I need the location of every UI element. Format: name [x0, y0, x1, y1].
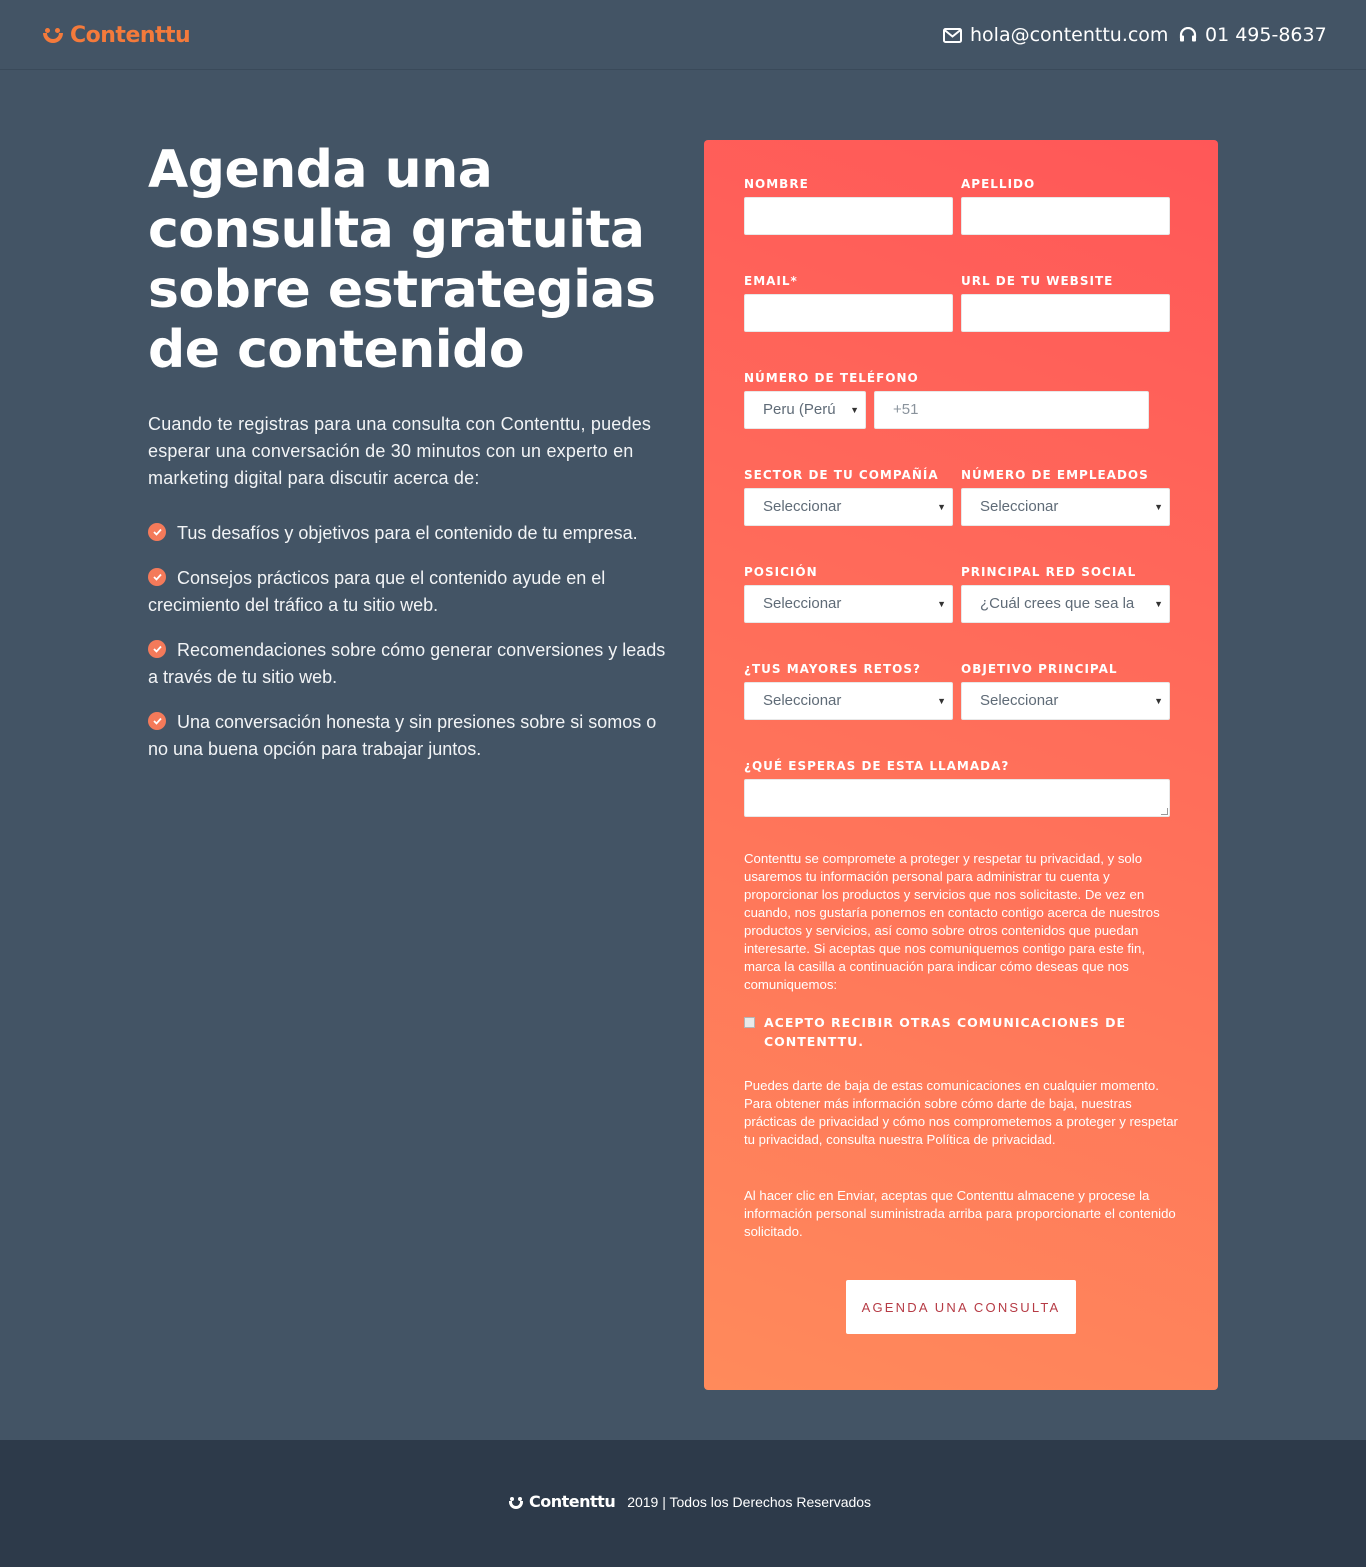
benefit-text: Recomendaciones sobre cómo generar conve… [148, 640, 666, 687]
position-value: Seleccionar [763, 595, 842, 612]
site-header: Contenttu hola@contenttu.com 01 495-8637 [0, 0, 1366, 70]
phone-input[interactable]: +51 [874, 391, 1149, 429]
caret-down-icon: ▼ [1154, 502, 1163, 512]
unsubscribe-notice: Puedes darte de baja de estas comunicaci… [744, 1078, 1178, 1147]
social-field: PRINCIPAL RED SOCIAL ¿Cuál crees que sea… [961, 564, 1170, 624]
phone-field: NÚMERO DE TELÉFONO Peru (Perú ▼ +51 [744, 370, 1149, 430]
caret-down-icon: ▼ [1154, 696, 1163, 706]
apellido-label: APELLIDO [961, 177, 1036, 191]
smile-logo-icon [42, 26, 64, 44]
site-footer: Contenttu 2019 | Todos los Derechos Rese… [0, 1440, 1366, 1567]
consent-checkbox[interactable] [744, 1017, 755, 1028]
country-select[interactable]: Peru (Perú ▼ [744, 391, 866, 429]
objective-value: Seleccionar [980, 692, 1059, 709]
benefit-text: Tus desafíos y objetivos para el conteni… [177, 523, 638, 543]
nombre-field: NOMBRE [744, 176, 953, 236]
position-select[interactable]: Seleccionar ▼ [744, 585, 953, 623]
caret-down-icon: ▼ [937, 696, 946, 706]
footer-logo-text: Contenttu [529, 1492, 616, 1511]
email-input[interactable] [744, 294, 953, 332]
position-label: POSICIÓN [744, 565, 818, 579]
social-label: PRINCIPAL RED SOCIAL [961, 565, 1137, 579]
social-value: ¿Cuál crees que sea la [980, 595, 1135, 612]
page-title: Agenda una consulta gratuita sobre estra… [148, 140, 656, 380]
challenges-label: ¿TUS MAYORES RETOS? [744, 662, 921, 676]
email-link[interactable]: hola@contenttu.com [943, 24, 1168, 46]
website-field: URL DE TU WEBSITE [961, 273, 1170, 333]
smile-logo-icon [508, 1495, 524, 1509]
logo-text: Contenttu [70, 22, 191, 48]
consultation-form: NOMBRE APELLIDO EMAIL* URL DE TU WEBSITE… [704, 140, 1218, 1390]
employees-value: Seleccionar [980, 498, 1059, 515]
sector-value: Seleccionar [763, 498, 842, 515]
privacy-notice: Contenttu se compromete a proteger y res… [744, 851, 1160, 992]
list-item: Recomendaciones sobre cómo generar conve… [148, 637, 668, 691]
phone-link[interactable]: 01 495-8637 [1179, 24, 1327, 46]
expect-label: ¿QUÉ ESPERAS DE ESTA LLAMADA? [744, 759, 1010, 773]
benefit-text: Consejos prácticos para que el contenido… [148, 568, 606, 615]
email-field: EMAIL* [744, 273, 953, 333]
position-field: POSICIÓN Seleccionar ▼ [744, 564, 953, 624]
list-item: Consejos prácticos para que el contenido… [148, 565, 668, 619]
objective-select[interactable]: Seleccionar ▼ [961, 682, 1170, 720]
website-label: URL DE TU WEBSITE [961, 274, 1114, 288]
list-item: Tus desafíos y objetivos para el conteni… [148, 520, 668, 547]
country-value: Peru (Perú [763, 401, 836, 418]
envelope-icon [943, 27, 962, 43]
expect-textarea[interactable] [744, 779, 1170, 817]
challenges-select[interactable]: Seleccionar ▼ [744, 682, 953, 720]
employees-select[interactable]: Seleccionar ▼ [961, 488, 1170, 526]
benefits-list: Tus desafíos y objetivos para el conteni… [148, 520, 668, 781]
caret-down-icon: ▼ [937, 502, 946, 512]
expect-field: ¿QUÉ ESPERAS DE ESTA LLAMADA? [744, 758, 1170, 818]
submit-notice: Al hacer clic en Enviar, aceptas que Con… [744, 1188, 1176, 1239]
list-item: Una conversación honesta y sin presiones… [148, 709, 668, 763]
submit-button[interactable]: AGENDA UNA CONSULTA [846, 1280, 1076, 1334]
sector-label: SECTOR DE TU COMPAÑÍA [744, 468, 939, 482]
email-label: EMAIL* [744, 274, 798, 288]
caret-down-icon: ▼ [1154, 599, 1163, 609]
contenttu-logo[interactable]: Contenttu [42, 20, 191, 50]
copyright-text: 2019 | Todos los Derechos Reservados [627, 1493, 872, 1510]
check-circle-icon [148, 712, 166, 730]
apellido-input[interactable] [961, 197, 1170, 235]
sector-field: SECTOR DE TU COMPAÑÍA Seleccionar ▼ [744, 467, 953, 527]
sector-select[interactable]: Seleccionar ▼ [744, 488, 953, 526]
social-select[interactable]: ¿Cuál crees que sea la ▼ [961, 585, 1170, 623]
intro-paragraph: Cuando te registras para una consulta co… [148, 414, 652, 488]
apellido-field: APELLIDO [961, 176, 1170, 236]
objective-field: OBJETIVO PRINCIPAL Seleccionar ▼ [961, 661, 1170, 721]
resize-handle-icon[interactable] [1161, 808, 1168, 815]
caret-down-icon: ▼ [937, 599, 946, 609]
check-circle-icon [148, 640, 166, 658]
website-input[interactable] [961, 294, 1170, 332]
employees-label: NÚMERO DE EMPLEADOS [961, 468, 1149, 482]
employees-field: NÚMERO DE EMPLEADOS Seleccionar ▼ [961, 467, 1170, 527]
headset-icon [1179, 27, 1197, 43]
objective-label: OBJETIVO PRINCIPAL [961, 662, 1118, 676]
challenges-field: ¿TUS MAYORES RETOS? Seleccionar ▼ [744, 661, 953, 721]
nombre-label: NOMBRE [744, 177, 809, 191]
benefit-text: Una conversación honesta y sin presiones… [148, 712, 657, 759]
check-circle-icon [148, 568, 166, 586]
email-text: hola@contenttu.com [970, 24, 1169, 46]
caret-down-icon: ▼ [850, 405, 859, 415]
phone-label: NÚMERO DE TELÉFONO [744, 371, 919, 385]
nombre-input[interactable] [744, 197, 953, 235]
footer-logo[interactable]: Contenttu [508, 1492, 616, 1511]
phone-text: 01 495-8637 [1205, 24, 1327, 46]
check-circle-icon [148, 523, 166, 541]
challenges-value: Seleccionar [763, 692, 842, 709]
consent-label: ACEPTO RECIBIR OTRAS COMUNICACIONES DE C… [764, 1015, 1127, 1049]
